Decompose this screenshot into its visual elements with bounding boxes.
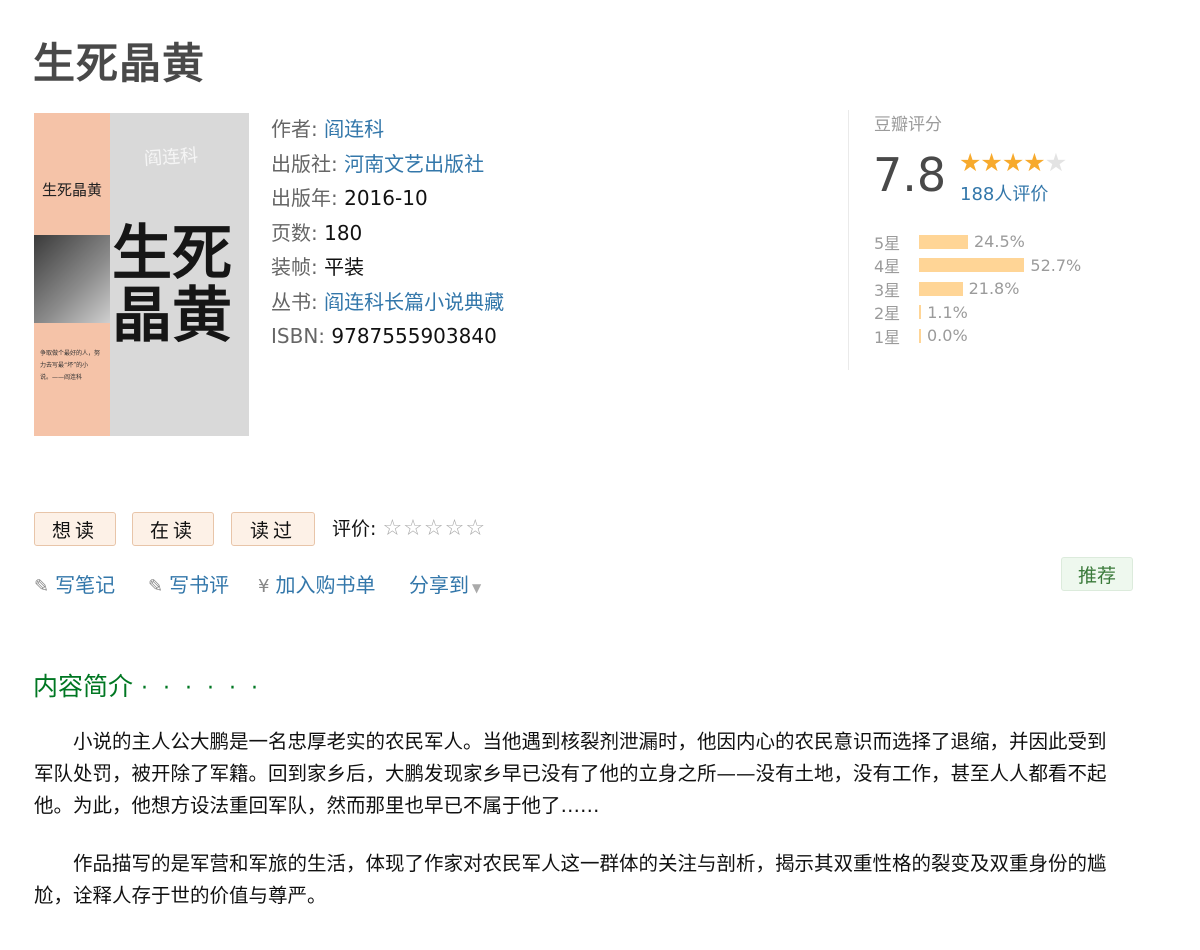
info-binding: 装帧: 平装 xyxy=(271,250,504,285)
add-booklist-link[interactable]: ¥ 加入购书单 xyxy=(258,569,375,598)
rating-count-link[interactable]: 188人评价 xyxy=(960,180,1048,206)
year-label: 出版年: xyxy=(271,186,338,210)
rating-row-percent: 0.0% xyxy=(927,326,968,346)
author-photo xyxy=(34,235,110,323)
rating-row-label: 5星 xyxy=(874,233,901,253)
author-link[interactable]: 阎连科 xyxy=(324,117,384,141)
rating-stars: ★★★★★ xyxy=(959,148,1067,177)
rating-bar xyxy=(919,281,963,296)
rating-row: 5星 24.5% xyxy=(874,230,1081,254)
rating-row-label: 2星 xyxy=(874,304,901,324)
pencil-icon: ✎ xyxy=(34,576,50,597)
rating-row-percent: 24.5% xyxy=(974,232,1025,252)
isbn-label: ISBN: xyxy=(271,324,326,348)
write-note-link[interactable]: ✎ 写笔记 xyxy=(34,569,115,598)
pages-label: 页数: xyxy=(271,220,318,245)
heading-dots: · · · · · · xyxy=(141,676,262,701)
binding-value: 平装 xyxy=(324,255,365,279)
rating-row: 3星 21.8% xyxy=(874,277,1081,301)
chevron-down-icon: ▼ xyxy=(472,581,482,595)
rating-bar xyxy=(919,328,921,343)
series-label: 丛书: xyxy=(271,289,318,314)
rating-title: 豆瓣评分 xyxy=(874,115,942,135)
year-value: 2016-10 xyxy=(344,186,428,210)
page-title: 生死晶黄 xyxy=(33,39,206,88)
star-icon: ★ xyxy=(1023,148,1045,177)
intro-heading: 内容简介 · · · · · · xyxy=(33,672,262,701)
rating-row-label: 4星 xyxy=(874,257,901,277)
want-to-read-button[interactable]: 想读 xyxy=(34,512,116,546)
rating-row: 1星 0.0% xyxy=(874,324,1081,348)
cover-big-characters: 生死晶黄 xyxy=(112,219,232,351)
binding-label: 装帧: xyxy=(271,255,318,279)
book-info: 作者: 阎连科 出版社: 河南文艺出版社 出版年: 2016-10 页数: 18… xyxy=(271,112,504,354)
douban-rating-box: 豆瓣评分 7.8 ★★★★★ 188人评价 5星 24.5% 4星 52.7% 3星 21… xyxy=(848,110,1124,370)
star-icon: ★ xyxy=(980,148,1002,177)
yen-icon: ¥ xyxy=(258,576,270,597)
author-label: 作者: xyxy=(271,117,318,141)
rating-bar xyxy=(919,258,1025,273)
info-year: 出版年: 2016-10 xyxy=(271,181,504,216)
series-link[interactable]: 阎连科长篇小说典藏 xyxy=(324,290,504,314)
intro-paragraph-2: 作品描写的是军营和军旅的生活，体现了作家对农民军人这一群体的关注与剖析，揭示其双… xyxy=(34,852,1107,907)
cover-title: 生死晶黄 xyxy=(42,181,103,199)
rating-row-percent: 21.8% xyxy=(968,279,1020,299)
rate-stars[interactable]: ☆☆☆☆☆ xyxy=(382,516,486,541)
pages-value: 180 xyxy=(324,220,363,245)
star-icon: ★ xyxy=(1001,148,1024,177)
rating-row: 4星 52.7% xyxy=(874,254,1081,278)
rating-distribution: 5星 24.5% 4星 52.7% 3星 21.8% 2星 1.1% 1星 0.0% xyxy=(874,230,1081,348)
info-pages: 页数: 180 xyxy=(271,216,504,251)
book-cover[interactable]: 生死晶黄 争取做个最好的人，努力去写最“坏”的小说。——阎连科 阎连科 生死晶黄 xyxy=(34,113,249,436)
rating-bar xyxy=(919,234,968,249)
rating-row-percent: 52.7% xyxy=(1030,255,1082,275)
info-isbn: ISBN: 9787555903840 xyxy=(271,319,504,354)
pencil-icon: ✎ xyxy=(148,576,164,597)
reading-button[interactable]: 在读 xyxy=(132,512,214,546)
publisher-label: 出版社: xyxy=(271,151,338,176)
rating-row-percent: 1.1% xyxy=(927,302,968,322)
isbn-value: 9787555903840 xyxy=(331,324,497,348)
rating-row: 2星 1.1% xyxy=(874,301,1081,325)
info-series: 丛书: 阎连科长篇小说典藏 xyxy=(271,285,504,320)
rating-bar xyxy=(919,305,922,320)
info-publisher: 出版社: 河南文艺出版社 xyxy=(271,147,504,182)
share-dropdown[interactable]: 分享到 ▼ xyxy=(409,569,481,598)
publisher-link[interactable]: 河南文艺出版社 xyxy=(344,152,484,176)
intro-paragraph-1: 小说的主人公大鹏是一名忠厚老实的农民军人。当他遇到核裂剂泄漏时，他因内心的农民意… xyxy=(34,730,1107,817)
rating-row-label: 3星 xyxy=(874,280,901,300)
cover-author-signature: 阎连科 xyxy=(143,145,199,170)
star-icon: ★ xyxy=(959,148,981,177)
info-author: 作者: 阎连科 xyxy=(271,112,504,147)
recommend-button[interactable]: 推荐 xyxy=(1061,557,1133,591)
rate-label: 评价: xyxy=(332,518,377,540)
have-read-button[interactable]: 读过 xyxy=(231,512,315,546)
rating-score: 7.8 xyxy=(873,148,947,202)
rating-row-label: 1星 xyxy=(874,327,901,347)
my-rating: 评价: ☆☆☆☆☆ xyxy=(332,514,486,541)
star-empty-icon: ★ xyxy=(1044,148,1067,177)
write-review-link[interactable]: ✎ 写书评 xyxy=(148,569,229,598)
cover-quote: 争取做个最好的人，努力去写最“坏”的小说。——阎连科 xyxy=(40,350,101,381)
